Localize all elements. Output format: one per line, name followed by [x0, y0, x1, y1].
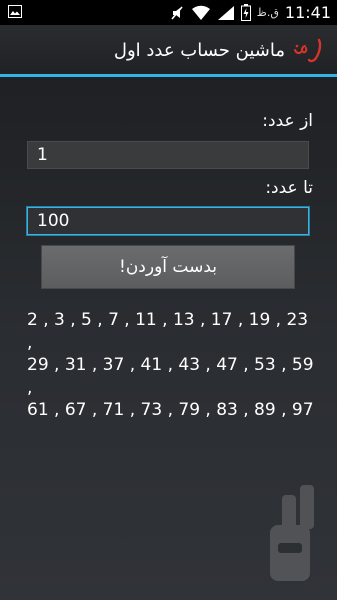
calculate-button[interactable]: بدست آوردن! — [41, 245, 295, 289]
from-label: از عدد: — [262, 111, 313, 131]
to-number-input[interactable]: 100 — [27, 207, 309, 235]
battery-icon — [240, 4, 251, 21]
from-number-input[interactable]: 1 — [27, 141, 309, 169]
action-bar: ماشین حساب عدد اول — [0, 25, 337, 76]
status-icons: ق.ظ 11:41 — [169, 0, 331, 25]
clock: 11:41 — [284, 3, 331, 22]
app-logo — [294, 38, 322, 62]
wifi-icon — [191, 5, 210, 20]
mute-icon — [171, 5, 183, 20]
app-screen: ق.ظ 11:41 ماشین حساب عدد اول از عدد: 1 ت… — [0, 0, 337, 600]
watermark-logo-icon — [270, 485, 314, 581]
ampm-label: ق.ظ — [256, 6, 279, 19]
status-bar: ق.ظ 11:41 — [0, 0, 337, 25]
image-icon — [8, 5, 22, 18]
prime-results-text: 2 , 3 , 5 , 7 , 11 , 13 , 17 , 19 , 23 ,… — [27, 310, 314, 420]
app-title: ماشین حساب عدد اول — [113, 40, 285, 61]
signal-icon — [217, 5, 234, 20]
to-label: تا عدد: — [265, 178, 313, 198]
title-wrap: ماشین حساب عدد اول — [114, 25, 325, 76]
action-bar-divider — [0, 74, 337, 77]
